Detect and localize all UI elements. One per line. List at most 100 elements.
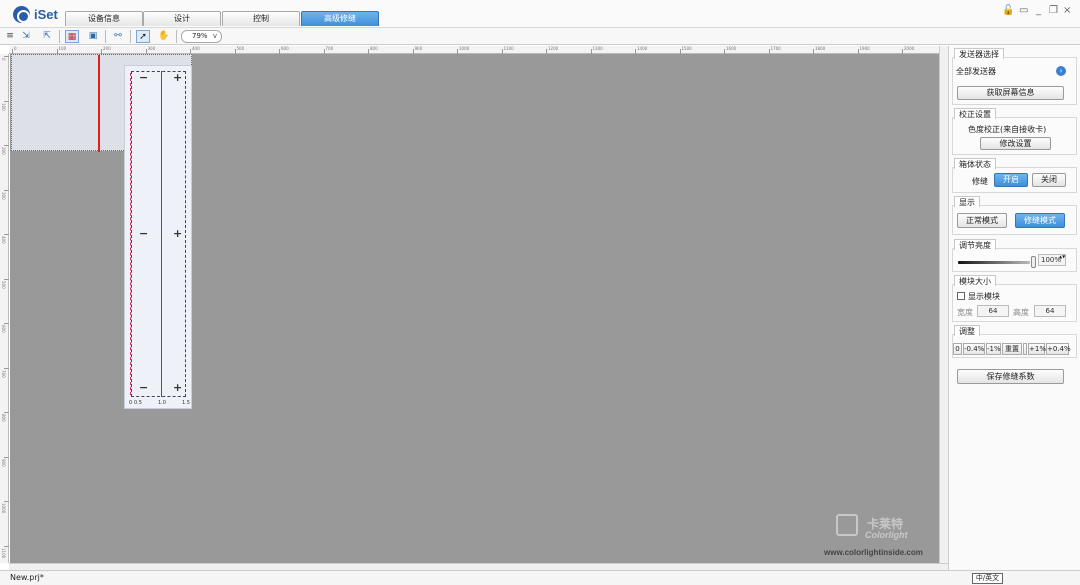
seam-mode-button[interactable]: 修缝模式 [1015,213,1065,228]
app-name: iSet [34,7,58,22]
ruler-tick [4,456,9,458]
monitor-icon[interactable]: ▭ [1019,5,1028,16]
calibration-title: 校正设置 [954,108,996,119]
get-screen-info-button[interactable]: 获取屏幕信息 [957,86,1064,100]
zoom-select[interactable]: 79% v [181,30,222,43]
tab-advanced-seam[interactable]: 高级修缝 [301,11,379,26]
import-icon[interactable]: ⇲ [19,30,33,43]
minus-icon[interactable]: − [139,71,148,84]
vertical-scrollbar[interactable] [939,46,948,563]
ruler-label: 0 [14,46,17,51]
ruler-label: 900 [1,458,6,467]
ruler-label: 500 [1,280,6,289]
ruler-label: 1000 [1,503,6,514]
toolbar-separator [176,30,177,43]
toolbar-separator [130,30,131,43]
seam-line [98,55,100,152]
brightness-slider-thumb[interactable] [1031,256,1036,268]
brightness-slider[interactable] [958,261,1030,264]
ruler-label: 1000 [459,46,470,51]
lock-icon[interactable]: 🔓 [1002,5,1014,16]
grid-icon[interactable]: ▦ [65,30,79,43]
plus-icon[interactable]: + [173,381,182,394]
normal-mode-button[interactable]: 正常模式 [957,213,1007,228]
chevron-right-icon[interactable]: › [1056,66,1066,76]
plus-icon[interactable]: + [173,71,182,84]
adjust-minus-04-button[interactable]: -0.4% [963,343,985,355]
spinner-icon[interactable]: ▲▼ [1059,254,1065,259]
menu-icon[interactable]: ≡ [3,30,17,43]
show-module-checkbox[interactable] [957,292,965,300]
pointer-icon[interactable]: ➚ [136,30,150,43]
restore-icon[interactable]: ❐ [1049,5,1058,16]
layout-icon[interactable]: ▣ [86,30,100,43]
ruler-label: 1400 [637,46,648,51]
link-icon[interactable]: ⚯ [111,30,125,43]
hand-icon[interactable]: ✋ [157,30,171,43]
close-icon[interactable]: × [1063,5,1071,16]
scale-label: 1.0 [158,400,166,406]
ruler-label: 100 [1,102,6,111]
modify-settings-button[interactable]: 修改设置 [980,137,1051,150]
ruler-label: 200 [103,46,111,51]
tab-control[interactable]: 控制 [222,11,300,26]
ruler-tick [4,501,9,502]
scale-label: 1.5 [182,400,190,406]
reference-line [130,73,131,395]
ruler-label: 1100 [503,46,514,51]
seam-on-button[interactable]: 开启 [994,173,1028,187]
brightness-title: 调节亮度 [954,239,996,250]
ruler-label: 700 [325,46,334,51]
tab-device-info[interactable]: 设备信息 [65,11,143,26]
ruler-label: 1600 [726,46,737,51]
settings-panel: 发送器选择 全部发送器 › 获取屏幕信息 校正设置 色度校正(来自接收卡) 修改… [948,46,1080,570]
seam-center-line [161,71,162,397]
watermark-en: Colorlight [865,530,908,540]
seam-adjust-popup: − + − + − + 0 0.5 1.0 1.5 [124,65,192,409]
minus-icon[interactable]: − [139,227,148,240]
adjust-reset-button[interactable]: 重置 [1002,343,1022,355]
project-file-name: New.prj* [10,573,44,582]
ruler-tick [4,545,9,547]
sender-title: 发送器选择 [954,48,1004,59]
export-icon[interactable]: ⇱ [40,30,54,43]
language-toggle[interactable]: 中/英文 [972,573,1003,584]
save-seam-coefficients-button[interactable]: 保存修缝系数 [957,369,1064,384]
status-bar: New.prj* [0,570,1080,585]
ruler-label: 1500 [681,46,692,51]
ruler-label: 1700 [770,46,781,51]
adjust-minus-1-button[interactable]: -1% [986,343,1001,355]
ruler-label: 100 [58,46,67,51]
ruler-label: 400 [192,46,200,51]
module-title: 模块大小 [954,275,996,286]
minimize-icon[interactable]: _ [1036,5,1041,16]
height-label: 高度 [1013,308,1029,317]
tab-design[interactable]: 设计 [143,11,221,26]
adjust-small-button[interactable] [1023,343,1027,355]
ruler-tick [4,367,9,369]
ruler-label: 300 [1,191,6,200]
ruler-label: 600 [1,325,6,333]
show-module-label: 显示模块 [968,292,1000,301]
sender-select[interactable]: 全部发送器 [956,66,996,77]
horizontal-scrollbar[interactable] [9,563,948,570]
adjust-plus-04-button[interactable]: +0.4% [1046,343,1071,355]
ruler-label: 0 [1,58,6,61]
seam-off-button[interactable]: 关闭 [1032,173,1066,187]
zoom-value: 79% [192,32,208,40]
ruler-label: 300 [147,46,156,51]
module-width-input[interactable]: 64 [977,305,1009,317]
brightness-value: 100% [1041,256,1062,264]
calibration-status: 色度校正(来自接收卡) [968,125,1047,134]
toolbar: ≡ ⇲ ⇱ ▦ ▣ ⚯ ➚ ✋ 79% v [0,28,1080,45]
adjust-plus-1-button[interactable]: +1% [1028,343,1046,355]
width-label: 宽度 [957,308,973,317]
vertical-ruler: 0 100 200 300 400 500 600 700 800 900 1000 1100 [0,54,9,563]
adjust-zero-button[interactable]: 0 [953,343,962,355]
scale-label: 0.5 [134,400,142,406]
title-bar: iSet 设备信息 设计 控制 高级修缝 🔓 ▭ _ ❐ × [0,0,1080,28]
minus-icon[interactable]: − [139,381,148,394]
ruler-tick [4,412,9,413]
module-height-input[interactable]: 64 [1034,305,1066,317]
plus-icon[interactable]: + [173,227,182,240]
